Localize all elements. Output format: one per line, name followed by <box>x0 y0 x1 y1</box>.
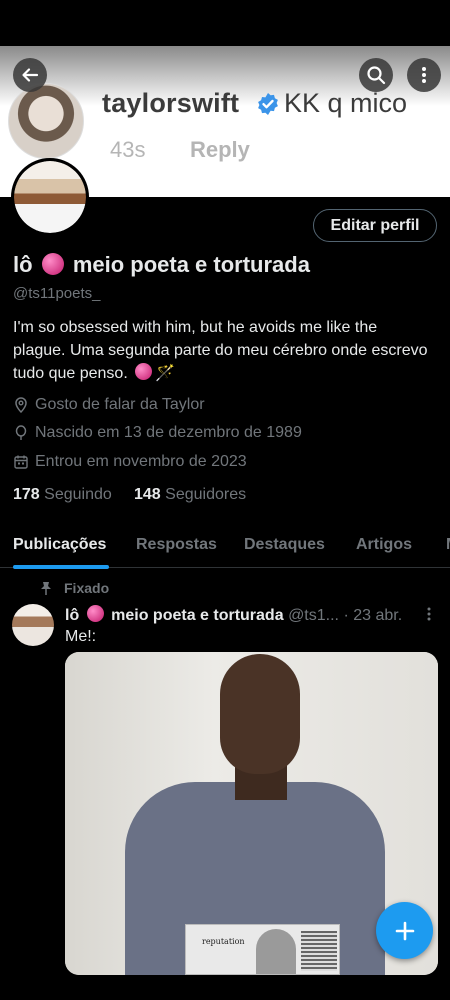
display-name-suffix: meio poeta e torturada <box>72 252 310 277</box>
banner-comment: KK q mico <box>284 88 408 118</box>
following-count: 178 <box>13 486 40 503</box>
image-person-head <box>220 654 300 774</box>
following-label: Seguindo <box>44 486 112 503</box>
tab-destaques[interactable]: Destaques <box>244 536 325 554</box>
yarn-ball-emoji <box>86 605 104 622</box>
banner-reply: Reply <box>190 137 250 162</box>
location-pin-icon <box>15 397 27 413</box>
profile-display-name: lô meio poeta e torturada <box>13 252 310 278</box>
post-author-name[interactable]: lô meio poeta e torturada <box>65 605 288 624</box>
profile-handle: @ts11poets_ <box>13 285 101 302</box>
pinned-label: Fixado <box>64 580 110 596</box>
plus-icon <box>395 921 414 940</box>
edit-profile-button[interactable]: Editar perfil <box>313 209 437 242</box>
image-album-cover: reputation <box>185 924 340 975</box>
post-author-handle: @ts1... <box>288 607 339 624</box>
pin-icon <box>41 582 51 595</box>
post-header: lô meio poeta e torturada @ts1... · 23 a… <box>65 605 402 625</box>
followers-label: Seguidores <box>165 486 247 503</box>
join-date-text: Entrou em novembro de 2023 <box>35 453 247 470</box>
balloon-icon <box>15 425 27 440</box>
banner-username: taylorswift <box>102 88 240 118</box>
pinned-indicator: Fixado <box>40 580 109 596</box>
search-icon <box>367 66 386 85</box>
followers-link[interactable]: 148 Seguidores <box>134 486 246 504</box>
yarn-ball-emoji <box>41 253 64 275</box>
profile-join-date: Entrou em novembro de 2023 <box>13 453 247 471</box>
followers-count: 148 <box>134 486 161 503</box>
profile-bio: I'm so obsessed with him, but he avoids … <box>13 316 433 385</box>
album-face <box>256 929 296 974</box>
verified-badge-icon <box>258 93 278 115</box>
tab-publicacoes[interactable]: Publicações <box>13 536 106 554</box>
active-tab-indicator <box>13 565 109 569</box>
profile-birthdate: Nascido em 13 de dezembro de 1989 <box>13 424 302 442</box>
tab-midia[interactable]: M <box>446 536 450 554</box>
compose-button[interactable] <box>376 902 433 959</box>
banner-avatar <box>8 83 84 159</box>
tab-artigos[interactable]: Artigos <box>356 536 412 554</box>
post-author-avatar[interactable] <box>12 604 54 646</box>
post-text: Me!: <box>65 628 97 645</box>
status-bar <box>0 0 450 46</box>
album-title: reputation <box>202 937 245 946</box>
profile-location: Gosto de falar da Taylor <box>13 396 205 414</box>
display-name-prefix: lô <box>13 252 33 277</box>
album-newsprint <box>301 931 337 971</box>
more-vertical-icon <box>422 67 426 83</box>
magic-wand-emoji: 🪄 <box>155 365 176 382</box>
profile-avatar[interactable] <box>11 158 89 236</box>
banner-time: 43s <box>110 137 146 162</box>
post-author-suffix: meio poeta e torturada <box>111 607 284 624</box>
location-text: Gosto de falar da Taylor <box>35 396 205 413</box>
tab-respostas[interactable]: Respostas <box>136 536 217 554</box>
search-button[interactable] <box>359 58 393 92</box>
profile-tabs: Publicações Respostas Destaques Artigos … <box>0 522 450 569</box>
profile-avatar-image <box>14 161 86 233</box>
back-button[interactable] <box>13 58 47 92</box>
yarn-ball-emoji <box>135 363 153 380</box>
more-options-button[interactable] <box>407 58 441 92</box>
arrow-left-icon <box>22 68 39 82</box>
following-link[interactable]: 178 Seguindo <box>13 486 112 504</box>
post-author-prefix: lô <box>65 607 80 624</box>
post-date: · 23 abr. <box>343 607 403 624</box>
more-vertical-icon[interactable] <box>424 606 434 622</box>
bio-text: I'm so obsessed with him, but he avoids … <box>13 319 428 382</box>
calendar-icon <box>14 455 28 469</box>
birthdate-text: Nascido em 13 de dezembro de 1989 <box>35 424 302 441</box>
